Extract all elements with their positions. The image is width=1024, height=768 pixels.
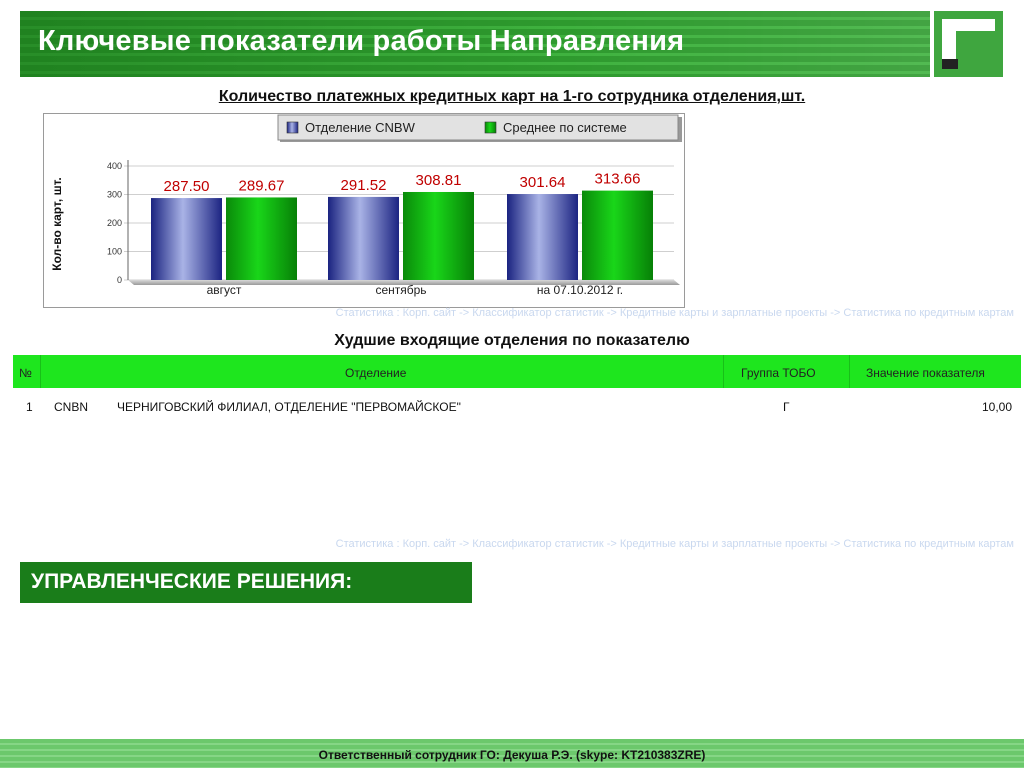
table-row: 1 CNBN ЧЕРНИГОВСКИЙ ФИЛИАЛ, ОТДЕЛЕНИЕ "П… [13, 388, 1021, 418]
bar [151, 198, 222, 280]
bar-chart: 0 100 200 300 400 Кол-во карт, шт. Отделение C… [43, 113, 685, 308]
data-label: 301.64 [520, 174, 566, 191]
stats-path-link-top[interactable]: Статистика : Корп. сайт -> Классификатор… [336, 307, 1014, 319]
y-tick-label: 300 [107, 190, 122, 200]
management-decisions-banner: УПРАВЛЕНЧЕСКИЕ РЕШЕНИЯ: [20, 562, 472, 603]
chart-canvas: 0 100 200 300 400 Кол-во карт, шт. Отделение C… [50, 114, 682, 297]
y-tick-label: 100 [107, 247, 122, 257]
row-value: 10,00 [981, 400, 1012, 414]
page-title: Ключевые показатели работы Направления [38, 25, 685, 57]
worst-branches-title: Худшие входящие отделения по показателю [334, 332, 690, 349]
bar [226, 197, 297, 280]
chart-title: Количество платежных кредитных карт на 1… [218, 88, 806, 105]
data-label: 313.66 [595, 171, 641, 188]
bar [328, 196, 399, 280]
x-tick-label: на 07.10.2012 г. [537, 283, 623, 297]
stats-path-link-bottom[interactable]: Статистика : Корп. сайт -> Классификатор… [336, 538, 1014, 550]
responsible-employee: Ответственный сотрудник ГО: Декуша Р.Э. … [318, 748, 706, 762]
x-tick-label: сентябрь [375, 283, 426, 297]
y-axis-label: Кол-во карт, шт. [50, 177, 64, 271]
data-label: 308.81 [416, 172, 462, 189]
col-header-num: № [19, 366, 32, 380]
x-tick-label: август [207, 283, 242, 297]
bar [507, 194, 578, 280]
col-header-branch: Отделение [345, 366, 407, 380]
legend-swatch [286, 121, 299, 134]
legend-label: Среднее по системе [503, 120, 627, 135]
row-group: Г [783, 400, 790, 414]
data-label: 289.67 [239, 177, 285, 194]
row-code: CNBN [54, 400, 89, 414]
data-label: 287.50 [164, 178, 210, 195]
bar [403, 191, 474, 280]
management-decisions-label: УПРАВЛЕНЧЕСКИЕ РЕШЕНИЯ: [31, 570, 353, 593]
col-header-value: Значение показателя [866, 366, 985, 380]
row-num: 1 [26, 400, 33, 414]
table-header: № Отделение Группа ТОБО Значение показат… [13, 355, 1021, 388]
y-tick-label: 0 [117, 275, 122, 285]
legend-swatch [484, 121, 497, 134]
y-tick-label: 200 [107, 218, 122, 228]
legend-label: Отделение CNBW [305, 120, 416, 135]
y-tick-label: 400 [107, 161, 122, 171]
col-header-group: Группа ТОБО [741, 366, 816, 380]
header-banner: Ключевые показатели работы Направления [20, 11, 930, 77]
bar [582, 190, 653, 280]
bank-logo-icon [934, 11, 1003, 77]
footer-bar: Ответственный сотрудник ГО: Декуша Р.Э. … [0, 739, 1024, 768]
data-label: 291.52 [341, 177, 387, 194]
row-branch-name: ЧЕРНИГОВСКИЙ ФИЛИАЛ, ОТДЕЛЕНИЕ "ПЕРВОМАЙ… [117, 400, 461, 414]
